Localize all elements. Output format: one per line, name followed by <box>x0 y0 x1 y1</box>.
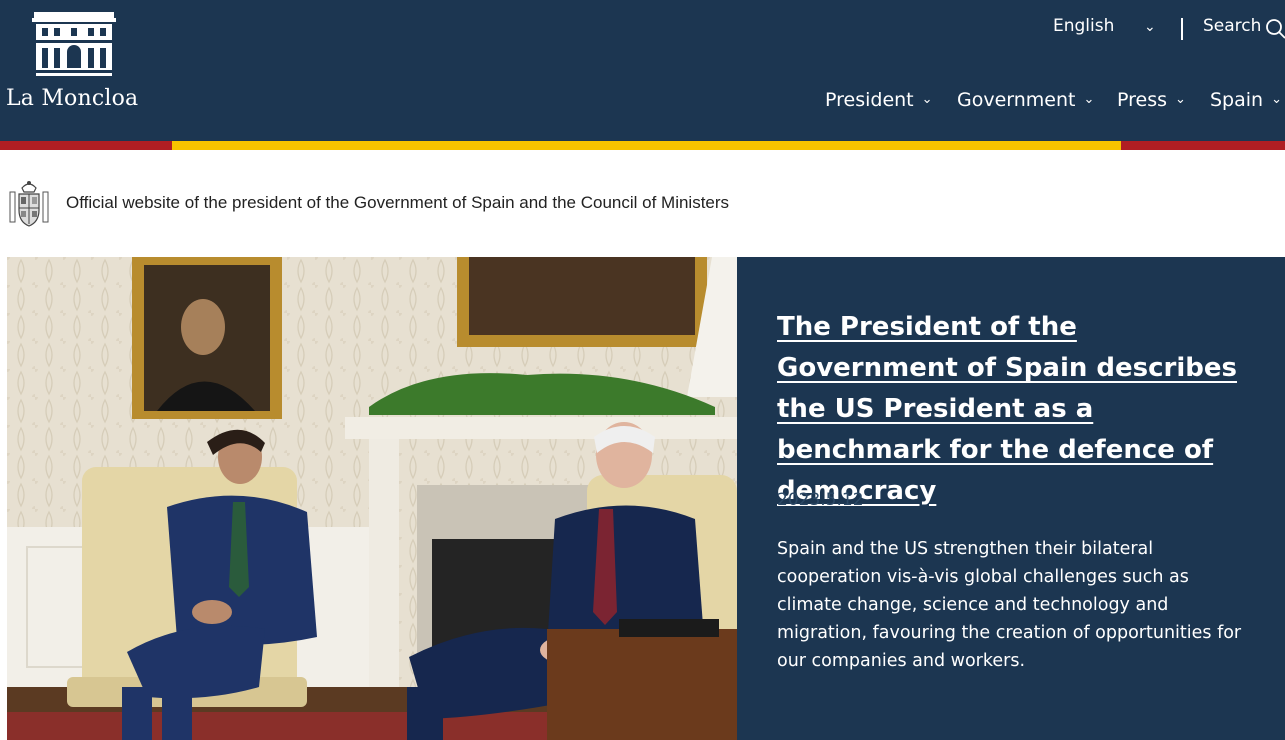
official-banner: Official website of the president of the… <box>0 150 1285 257</box>
chevron-down-icon: ⌄ <box>1271 92 1282 107</box>
nav-spain[interactable]: Spain ⌄ <box>1210 89 1282 111</box>
nav-government[interactable]: Government ⌄ <box>957 89 1094 111</box>
header-divider <box>1181 18 1183 40</box>
nav-president[interactable]: President ⌄ <box>825 89 933 111</box>
flag-stripe-yellow <box>172 141 1121 150</box>
flag-stripe-red <box>0 141 172 150</box>
moncloa-building-icon <box>32 12 116 76</box>
nav-label: Spain <box>1210 89 1264 111</box>
flag-stripe-red <box>1121 141 1285 150</box>
site-name: La Moncloa <box>6 86 139 111</box>
nav-press[interactable]: Press ⌄ <box>1117 89 1186 111</box>
chevron-down-icon: ⌄ <box>1175 92 1186 107</box>
search-button[interactable]: Search <box>1203 16 1261 36</box>
oval-office-photo <box>7 257 737 740</box>
search-icon[interactable] <box>1265 18 1285 40</box>
chevron-down-icon[interactable]: ⌄ <box>1144 19 1156 35</box>
coat-of-arms-icon <box>9 181 49 227</box>
nav-label: Press <box>1117 89 1168 111</box>
feature-date: 2023.5.12 <box>777 490 864 510</box>
feature-headline-link[interactable]: The President of the Government of Spain… <box>777 307 1257 512</box>
language-selector[interactable]: English <box>1053 16 1114 36</box>
feature-photo[interactable] <box>7 257 737 740</box>
nav-label: Government <box>957 89 1076 111</box>
chevron-down-icon: ⌄ <box>921 92 933 107</box>
chevron-down-icon: ⌄ <box>1083 92 1095 107</box>
site-logo[interactable]: La Moncloa <box>6 12 146 117</box>
feature-summary: Spain and the US strengthen their bilate… <box>777 539 1242 671</box>
site-header: La Moncloa English ⌄ Search President ⌄ G… <box>0 0 1285 141</box>
official-website-text: Official website of the president of the… <box>66 193 730 212</box>
nav-label: President <box>825 89 914 111</box>
feature-panel: The President of the Government of Spain… <box>737 257 1285 740</box>
